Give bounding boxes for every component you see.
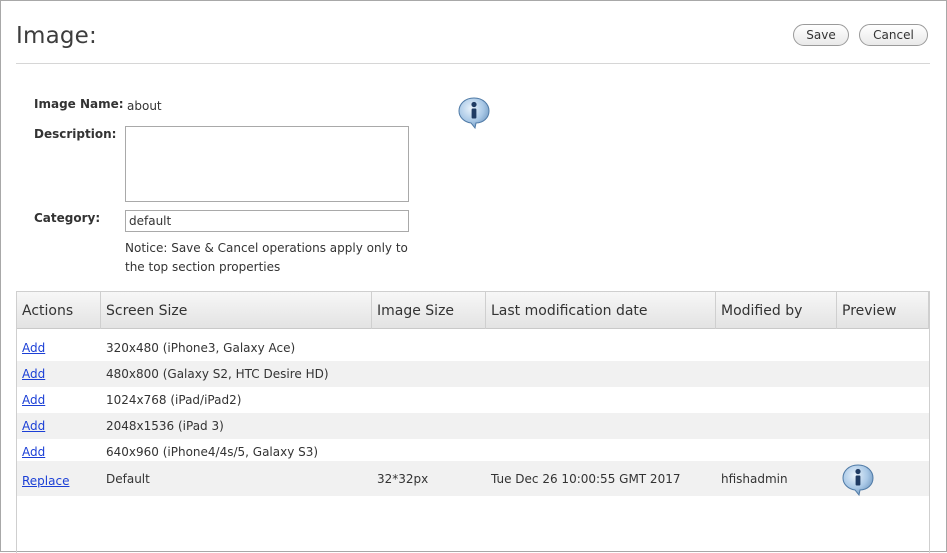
table-row: Add 320x480 (iPhone3, Galaxy Ace) bbox=[17, 335, 929, 361]
image-name-value: about bbox=[127, 99, 162, 113]
page-title: Image: bbox=[16, 23, 97, 49]
column-header-screen-size: Screen Size bbox=[101, 292, 372, 329]
column-header-actions: Actions bbox=[17, 292, 101, 329]
description-label: Description: bbox=[34, 127, 117, 141]
table-row: Add 1024x768 (iPad/iPad2) bbox=[17, 387, 929, 413]
screen-size-cell: 480x800 (Galaxy S2, HTC Desire HD) bbox=[106, 367, 329, 381]
category-label: Category: bbox=[34, 211, 101, 225]
modified-by-cell: hfishadmin bbox=[721, 471, 788, 486]
image-name-label: Image Name: bbox=[34, 97, 124, 111]
table-header: Actions Screen Size Image Size Last modi… bbox=[17, 292, 929, 329]
category-field[interactable] bbox=[125, 210, 409, 232]
image-size-cell: 32*32px bbox=[377, 471, 429, 486]
add-link[interactable]: Add bbox=[22, 445, 45, 459]
add-link[interactable]: Add bbox=[22, 367, 45, 381]
add-link[interactable]: Add bbox=[22, 393, 45, 407]
info-icon[interactable] bbox=[457, 96, 491, 130]
save-button[interactable]: Save bbox=[793, 24, 849, 46]
image-sizes-table: Actions Screen Size Image Size Last modi… bbox=[16, 291, 930, 553]
screen-size-cell: 2048x1536 (iPad 3) bbox=[106, 419, 224, 433]
screen-size-cell: Default bbox=[106, 471, 150, 486]
header-divider bbox=[16, 63, 930, 64]
screen-size-cell: 320x480 (iPhone3, Galaxy Ace) bbox=[106, 341, 296, 355]
column-header-last-modification: Last modification date bbox=[486, 292, 716, 329]
add-link[interactable]: Add bbox=[22, 419, 45, 433]
image-editor-panel: Image: Save Cancel Image Name: about Des… bbox=[0, 0, 947, 553]
column-header-modified-by: Modified by bbox=[716, 292, 837, 329]
cancel-button[interactable]: Cancel bbox=[859, 24, 928, 46]
table-row: Add 2048x1536 (iPad 3) bbox=[17, 413, 929, 439]
screen-size-cell: 1024x768 (iPad/iPad2) bbox=[106, 393, 242, 407]
modification-date-cell: Tue Dec 26 10:00:55 GMT 2017 bbox=[491, 471, 681, 486]
table-row: Add 480x800 (Galaxy S2, HTC Desire HD) bbox=[17, 361, 929, 387]
column-header-preview: Preview bbox=[837, 292, 929, 329]
description-field[interactable] bbox=[125, 126, 409, 202]
table-row: Replace Default 32*32px Tue Dec 26 10:00… bbox=[17, 461, 929, 496]
column-header-image-size: Image Size bbox=[372, 292, 486, 329]
replace-link[interactable]: Replace bbox=[22, 474, 69, 488]
add-link[interactable]: Add bbox=[22, 341, 45, 355]
preview-info-icon[interactable] bbox=[841, 463, 875, 497]
notice-text: Notice: Save & Cancel operations apply o… bbox=[125, 241, 408, 274]
